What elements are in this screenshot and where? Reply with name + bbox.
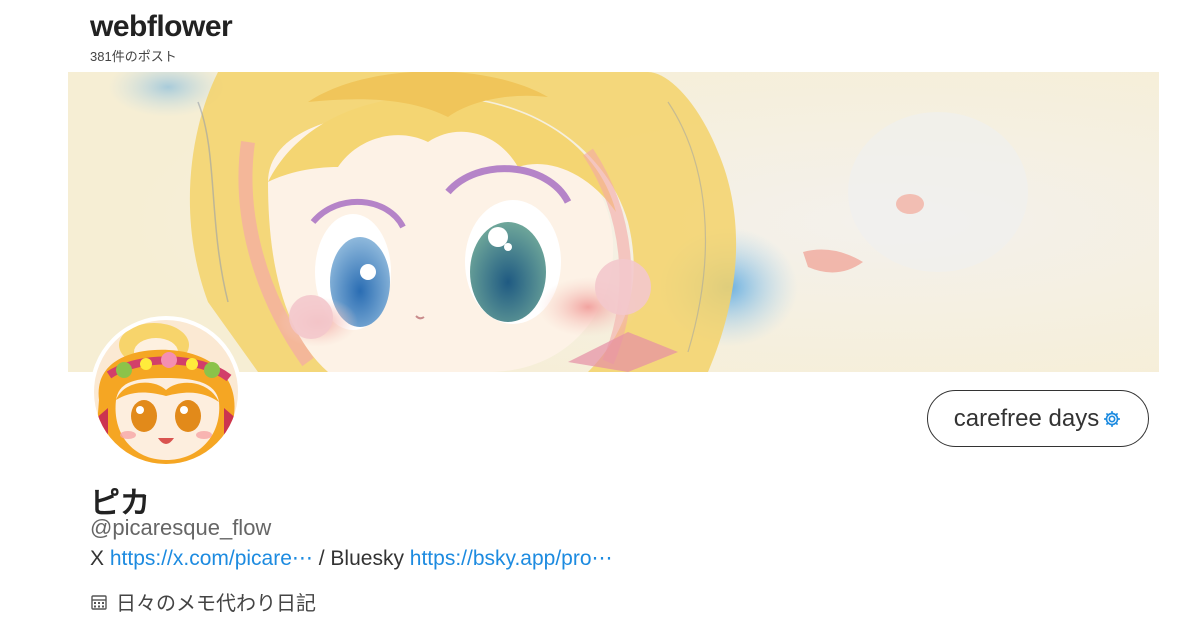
calendar-icon xyxy=(91,594,107,610)
profile-bio: X https://x.com/picare⋯ / Bluesky https:… xyxy=(90,546,613,571)
bluesky-profile-link[interactable]: https://bsky.app/pro⋯ xyxy=(410,547,613,570)
user-handle: @picaresque_flow xyxy=(90,515,272,540)
avatar[interactable] xyxy=(90,316,242,468)
gear-icon xyxy=(1104,410,1121,427)
follow-button-label: carefree days xyxy=(953,404,1100,432)
bio-x-prefix: X xyxy=(90,547,110,570)
description-text: 日々のメモ代わり日記 xyxy=(116,593,316,615)
header-banner-image xyxy=(68,72,1159,372)
page-title: webflower xyxy=(90,10,233,43)
bio-bluesky-prefix: / Bluesky xyxy=(312,547,410,570)
x-profile-link[interactable]: https://x.com/picare⋯ xyxy=(110,547,313,570)
post-count: 381件のポスト xyxy=(90,49,177,64)
profile-description: 日々のメモ代わり日記 xyxy=(90,587,316,616)
follow-button[interactable]: carefree days xyxy=(927,390,1149,447)
